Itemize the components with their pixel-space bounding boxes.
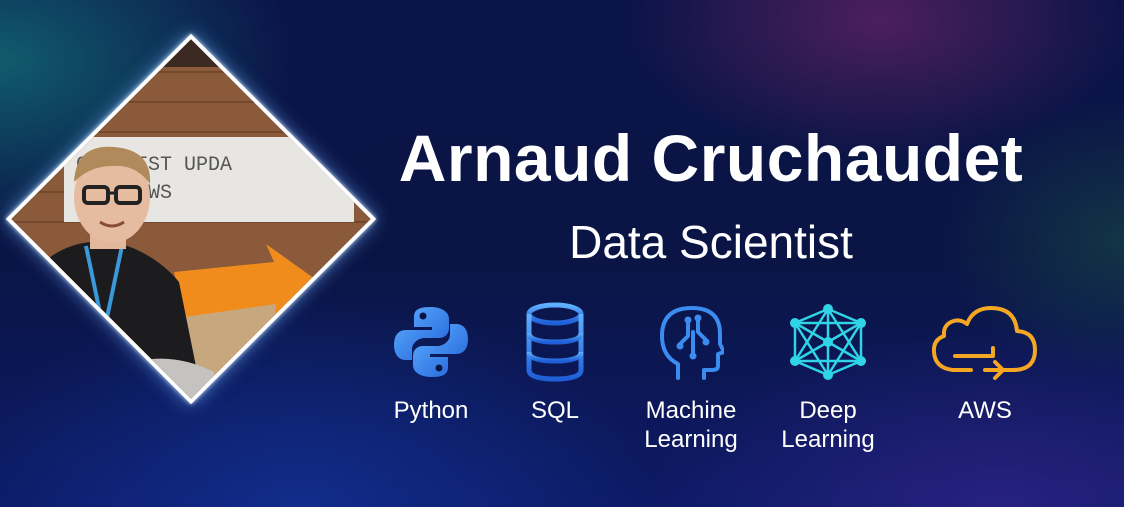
- database-icon: [526, 302, 584, 382]
- skill-label: Deep Learning: [781, 397, 875, 453]
- skill-machine-learning: Machine Learning: [621, 300, 761, 454]
- skill-aws: AWS: [915, 300, 1055, 425]
- skill-label: Python: [393, 397, 469, 424]
- skill-python: Python: [361, 300, 501, 425]
- neural-network-icon: [790, 304, 866, 380]
- skill-label: Machine Learning: [644, 397, 738, 453]
- profile-title: Data Scientist: [569, 216, 853, 268]
- profile-name: Arnaud Cruchaudet: [398, 121, 1024, 195]
- python-icon: [394, 307, 468, 377]
- brain-head-icon: [660, 306, 724, 380]
- skill-deep-learning: Deep Learning: [758, 300, 898, 454]
- skill-sql: SQL: [485, 300, 625, 425]
- cloud-icon: [931, 306, 1037, 380]
- skill-label: AWS: [958, 397, 1012, 424]
- skill-label: SQL: [530, 397, 580, 424]
